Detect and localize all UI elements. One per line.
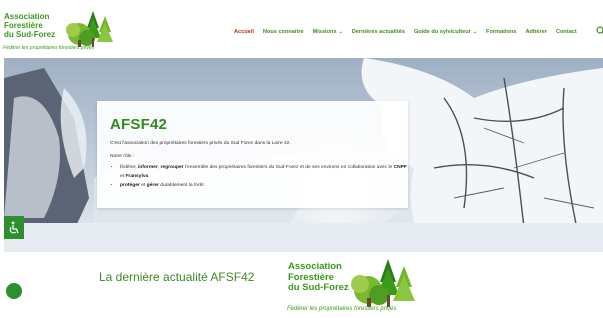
nav-item-adherer[interactable]: Adhérer (526, 29, 547, 35)
intro-card: AFSF42 C'est l'association des propriéta… (97, 101, 408, 208)
accessibility-button[interactable] (4, 216, 24, 239)
chevron-down-icon: ⌄ (338, 29, 343, 35)
role-word-gerer: gérer (146, 183, 159, 188)
nav-label: Adhérer (525, 29, 547, 35)
org-cnpf: CNPF (393, 165, 407, 170)
list-item: protéger et gérer durablement la forêt (120, 181, 410, 190)
nav-item-guide-du-sylviculteur[interactable]: Guide du sylviculteur ⌄ (414, 29, 477, 35)
site-logo[interactable]: Association Forestière du Sud-Forez Fédé… (3, 6, 121, 54)
hero-intro: C'est l'association des propriétaires fo… (110, 141, 291, 146)
logo-tagline: Fédérer les propriétaires forestiers pri… (3, 45, 95, 51)
nav-label: Dernières actualités (351, 29, 405, 35)
search-icon[interactable] (596, 26, 603, 36)
role-word-federer: fédérer (120, 165, 136, 170)
floating-circle-button[interactable] (6, 283, 22, 299)
main-nav: Accueil Nous connaitre Missions ⌄ Dernièr… (234, 27, 586, 37)
nav-label: Accueil (234, 29, 254, 35)
nav-item-formations[interactable]: Formations (486, 29, 516, 35)
trees-logo-icon (66, 11, 113, 47)
nav-label: Formations (486, 29, 517, 35)
wheelchair-icon (9, 221, 19, 233)
nav-label: Contact (555, 29, 577, 35)
nav-label: Nous connaitre (262, 29, 304, 35)
site-header: Association Forestière du Sud-Forez Fédé… (0, 0, 603, 58)
org-fransylva: Fransylva (125, 174, 149, 179)
latest-news-title: La dernière actualité AFSF42 (99, 270, 255, 284)
nav-label: Missions (312, 29, 337, 35)
role-text: durablement la forêt (158, 183, 204, 188)
role-label: Notre rôle : (110, 154, 135, 159)
role-word-informer: informer (137, 165, 158, 170)
nav-item-nous-connaitre[interactable]: Nous connaitre (263, 29, 304, 35)
article-logo-image[interactable]: Association Forestière du Sud-Forez Fédé… (286, 258, 421, 318)
nav-item-contact[interactable]: Contact (556, 29, 577, 35)
nav-item-missions[interactable]: Missions ⌄ (313, 29, 343, 35)
nav-item-dernieres-actualites[interactable]: Dernières actualités (352, 29, 405, 35)
role-text: l'ensemble des propriétaires forestiers … (183, 165, 394, 170)
chevron-down-icon: ⌄ (472, 29, 478, 35)
nav-item-accueil[interactable]: Accueil (234, 29, 254, 35)
role-list: fédérer, informer, regrouper l'ensemble … (110, 163, 410, 190)
nav-label: Guide du sylviculteur (413, 29, 471, 35)
list-item: fédérer, informer, regrouper l'ensemble … (120, 163, 410, 181)
hero-title: AFSF42 (110, 116, 168, 133)
role-word-proteger: protéger (120, 183, 140, 188)
logo-tagline: Fédérer les propriétaires forestiers pri… (287, 306, 397, 312)
role-text: et (139, 183, 147, 188)
role-word-regrouper: regrouper (160, 165, 184, 170)
trees-logo-icon (351, 259, 415, 307)
